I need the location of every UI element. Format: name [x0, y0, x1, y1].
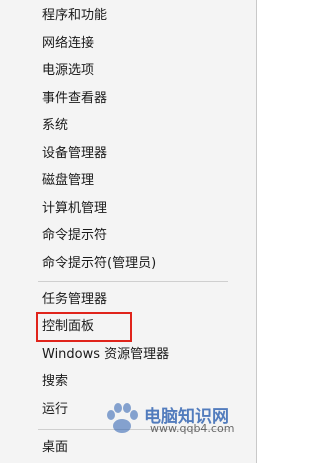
watermark-url: www.qqb4.com — [150, 422, 235, 435]
control-panel-highlight-box — [36, 312, 132, 342]
menu-item-task-manager[interactable]: 任务管理器 — [0, 287, 240, 313]
context-menu: 程序和功能 网络连接 电源选项 事件查看器 系统 设备管理器 磁盘管理 计算机管… — [0, 0, 257, 463]
menu-item-desktop[interactable]: 桌面 — [0, 435, 240, 461]
menu-item-disk-management[interactable]: 磁盘管理 — [0, 168, 240, 194]
paw-logo-icon — [107, 403, 138, 433]
site-watermark: 电脑知识网 www.qqb4.com — [100, 398, 250, 438]
menu-item-event-viewer[interactable]: 事件查看器 — [0, 86, 240, 112]
menu-item-windows-explorer[interactable]: Windows 资源管理器 — [0, 342, 240, 368]
menu-item-programs-and-features[interactable]: 程序和功能 — [0, 3, 240, 29]
menu-item-command-prompt-admin[interactable]: 命令提示符(管理员) — [0, 251, 240, 277]
menu-item-computer-management[interactable]: 计算机管理 — [0, 196, 240, 222]
menu-item-search[interactable]: 搜索 — [0, 369, 240, 395]
menu-item-command-prompt[interactable]: 命令提示符 — [0, 223, 240, 249]
menu-item-network-connections[interactable]: 网络连接 — [0, 31, 240, 57]
menu-separator — [38, 281, 228, 282]
menu-item-system[interactable]: 系统 — [0, 113, 240, 139]
menu-item-device-manager[interactable]: 设备管理器 — [0, 141, 240, 167]
menu-item-power-options[interactable]: 电源选项 — [0, 58, 240, 84]
